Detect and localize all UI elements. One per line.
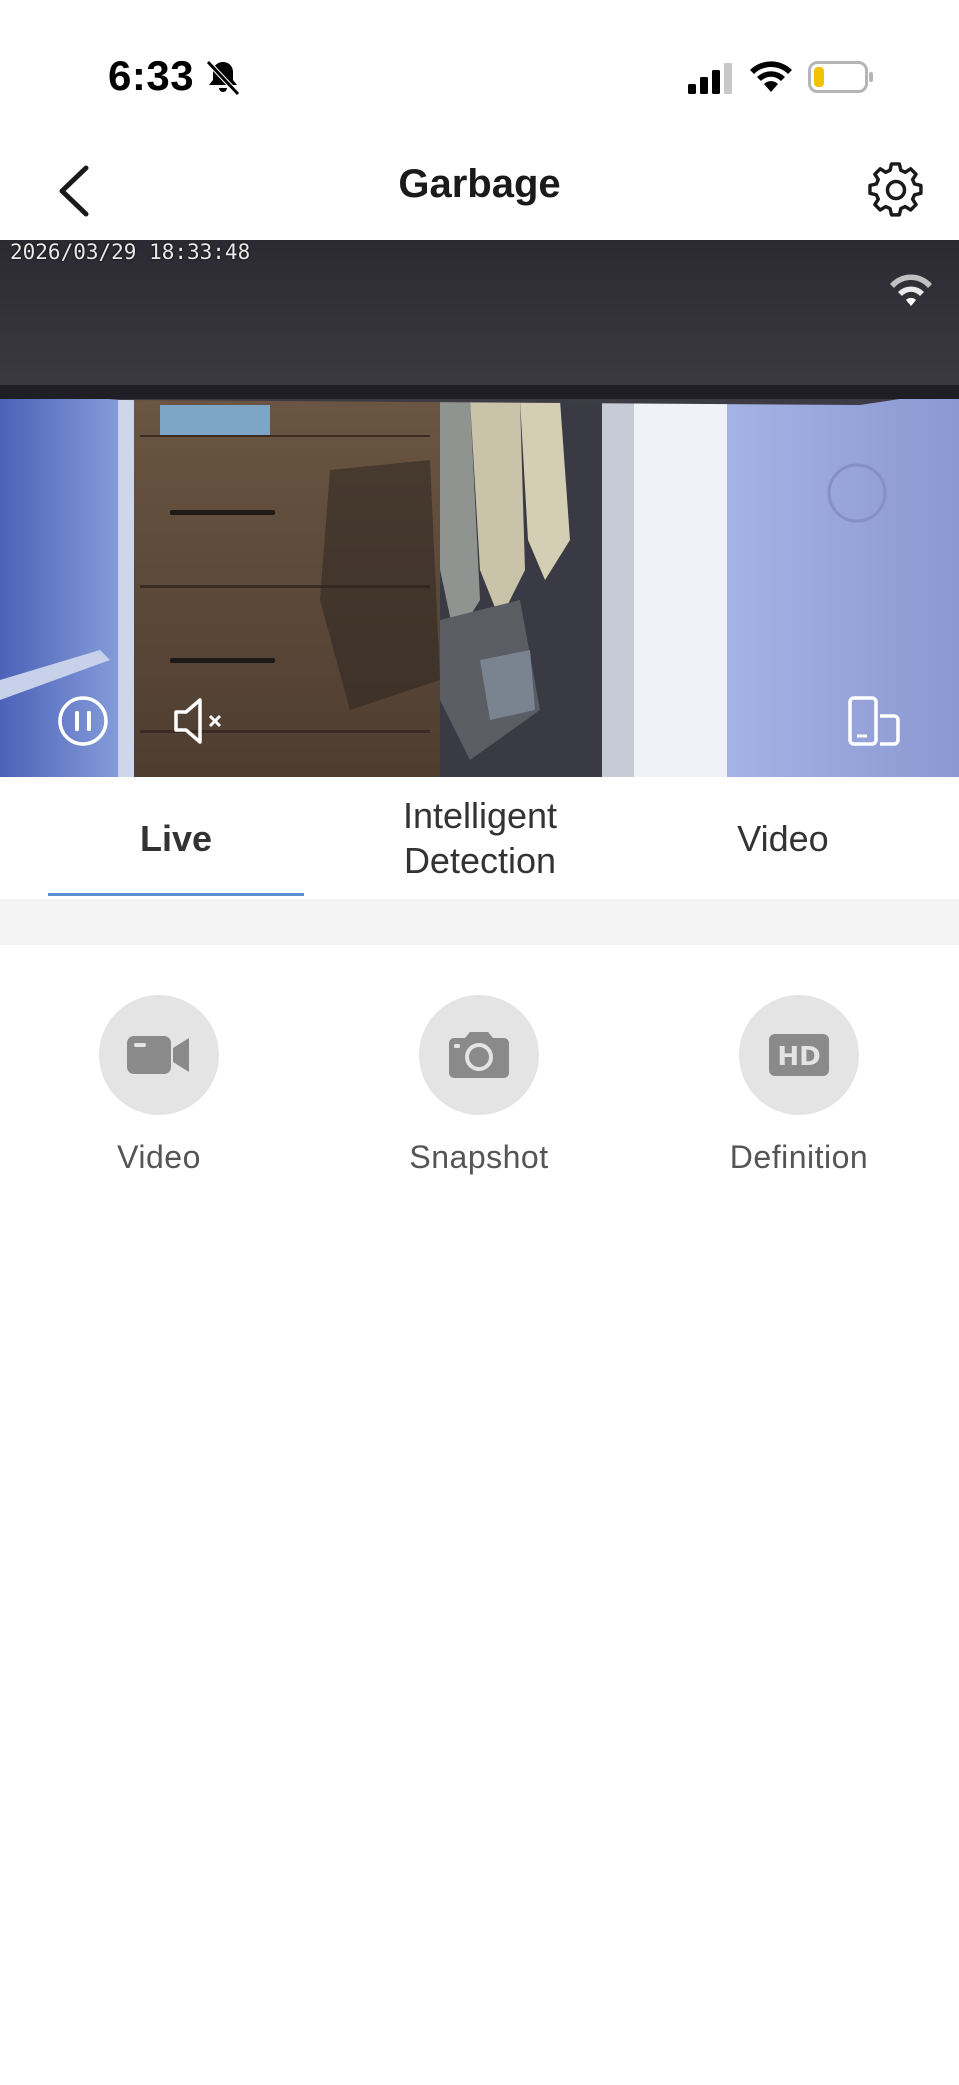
section-divider	[0, 899, 959, 945]
camera-icon	[449, 1032, 509, 1078]
definition-circle: HD	[739, 995, 859, 1115]
bell-slash-icon	[206, 60, 240, 96]
cellular-signal-icon	[688, 63, 732, 94]
video-camera-icon	[127, 1036, 189, 1074]
live-actions: Video Snapshot HD Definition	[0, 945, 959, 1195]
tab-intelligent-detection-label: Intelligent Detection	[402, 795, 558, 881]
speaker-muted-icon[interactable]	[172, 694, 230, 748]
wifi-icon	[750, 61, 792, 92]
camera-live-page: 6:33 Garbage 2026/03/29 18:33:48 Live In…	[0, 0, 959, 2085]
tab-live[interactable]: Live	[48, 777, 304, 899]
active-tab-indicator	[48, 893, 304, 896]
tab-video[interactable]: Video	[655, 777, 911, 899]
hd-icon: HD	[769, 1034, 829, 1076]
snapshot-button[interactable]: Snapshot	[359, 995, 599, 1176]
tab-intelligent-detection[interactable]: Intelligent Detection	[330, 777, 630, 899]
hd-icon-text: HD	[777, 1042, 820, 1072]
camera-wifi-signal-icon	[890, 274, 932, 306]
status-time: 6:33	[108, 52, 195, 99]
snapshot-label: Snapshot	[409, 1139, 549, 1175]
record-video-circle	[99, 995, 219, 1115]
snapshot-circle	[419, 995, 539, 1115]
status-bar: 6:33	[0, 0, 959, 140]
camera-feed-image	[0, 240, 959, 777]
pause-icon[interactable]	[56, 694, 110, 748]
live-video-feed[interactable]: 2026/03/29 18:33:48	[0, 240, 959, 777]
nav-bar: Garbage	[0, 140, 959, 240]
definition-button[interactable]: HD Definition	[679, 995, 919, 1176]
tab-bar: Live Intelligent Detection Video	[0, 777, 959, 899]
gear-icon[interactable]	[868, 162, 924, 218]
battery-icon	[808, 61, 873, 93]
definition-label: Definition	[729, 1139, 869, 1175]
record-video-button[interactable]: Video	[39, 995, 279, 1176]
rotate-screen-icon[interactable]	[846, 694, 902, 748]
record-video-label: Video	[117, 1139, 201, 1175]
video-timestamp: 2026/03/29 18:33:48	[10, 240, 251, 264]
page-title: Garbage	[398, 162, 561, 206]
